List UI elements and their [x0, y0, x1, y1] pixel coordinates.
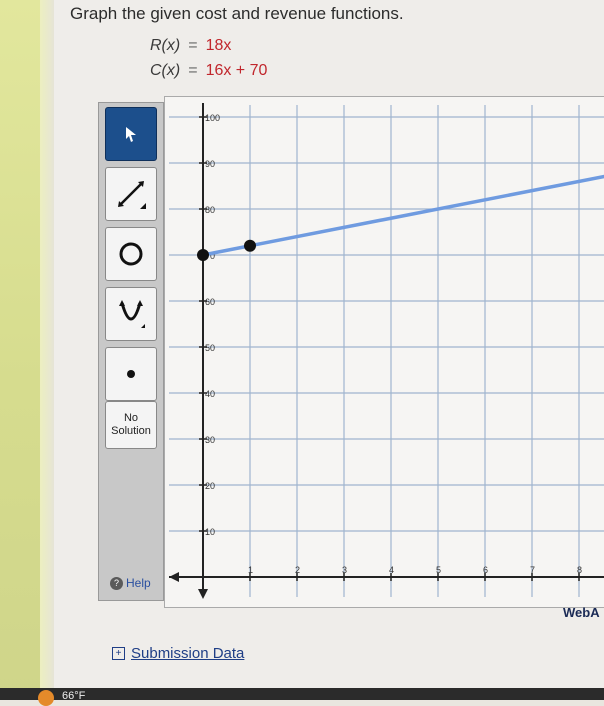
y-tick-label: 40	[205, 389, 215, 399]
plotted-elements	[197, 174, 604, 261]
cost-equals: =	[188, 62, 198, 79]
y-tick-label: 10	[205, 527, 215, 537]
x-tick-labels: 1 2 3 4 5 6 7 8	[248, 565, 582, 575]
point-tool-button[interactable]	[105, 347, 157, 401]
question-title: Graph the given cost and revenue functio…	[70, 4, 404, 23]
y-tick-labels: 100908070605040302010	[205, 113, 220, 537]
x-tick-label: 8	[577, 565, 582, 575]
graph-canvas[interactable]: 100908070605040302010 12345678	[165, 97, 604, 607]
no-solution-label-line2: Solution	[111, 425, 151, 437]
cost-name: C(x)	[150, 62, 181, 79]
submission-data-label: Submission Data	[131, 645, 245, 662]
y-tick-label: 30	[205, 435, 215, 445]
axes	[169, 103, 604, 599]
x-tick-label: 4	[389, 565, 394, 575]
expand-icon: +	[112, 647, 125, 660]
no-solution-label-line1: No	[123, 412, 139, 424]
cost-function: C(x) = 16x + 70	[150, 62, 267, 80]
y-tick-label: 90	[205, 159, 215, 169]
x-tick-label: 3	[342, 565, 347, 575]
y-tick-label: 80	[205, 205, 215, 215]
x-tick-label: 5	[436, 565, 441, 575]
circle-icon	[119, 242, 143, 266]
revenue-expression: 18x	[205, 37, 232, 54]
cost-expression: 16x + 70	[205, 62, 268, 79]
x-tick-label: 6	[483, 565, 488, 575]
parabola-tool-button[interactable]	[105, 287, 157, 341]
x-axis-arrow-icon	[169, 572, 179, 582]
line-tool-button[interactable]	[105, 167, 157, 221]
left-border-inner	[40, 0, 54, 700]
graph-area[interactable]: 100 90 80 70 60 50 40 30 20 10 12345678	[164, 96, 604, 608]
grid-lines	[169, 105, 604, 597]
left-border	[0, 0, 40, 700]
revenue-function: R(x) = 18x	[150, 37, 231, 55]
plotted-line	[202, 174, 604, 257]
submission-data-link[interactable]: + Submission Data	[112, 645, 244, 662]
line-icon	[118, 181, 146, 209]
circle-tool-button[interactable]	[105, 227, 157, 281]
arrow-cursor-icon	[126, 127, 136, 142]
help-link[interactable]: ? Help	[110, 576, 151, 590]
x-tick-label: 1	[248, 565, 253, 575]
temperature: 66°F	[62, 690, 86, 702]
revenue-name: R(x)	[150, 37, 181, 54]
x-tick-label: 7	[530, 565, 535, 575]
y-tick-label: 60	[205, 297, 215, 307]
help-label: Help	[126, 576, 151, 590]
parabola-icon	[119, 300, 145, 328]
pointer-tool-button[interactable]	[105, 107, 157, 161]
plotted-point	[244, 239, 256, 252]
graph-toolbar: No Solution	[98, 102, 164, 601]
y-tick-label: 50	[205, 343, 215, 353]
y-tick-label: 20	[205, 481, 215, 491]
y-axis-arrow-icon	[198, 589, 208, 599]
revenue-equals: =	[188, 37, 198, 54]
y-tick-label: 100	[205, 113, 220, 123]
help-icon: ?	[110, 576, 123, 590]
webassign-logo: WebA	[563, 605, 600, 620]
no-solution-button[interactable]: No Solution	[105, 401, 157, 449]
plotted-point	[197, 249, 209, 261]
point-icon	[127, 370, 135, 378]
taskbar	[0, 688, 604, 700]
weather-icon	[38, 690, 54, 706]
x-tick-label: 2	[295, 565, 300, 575]
